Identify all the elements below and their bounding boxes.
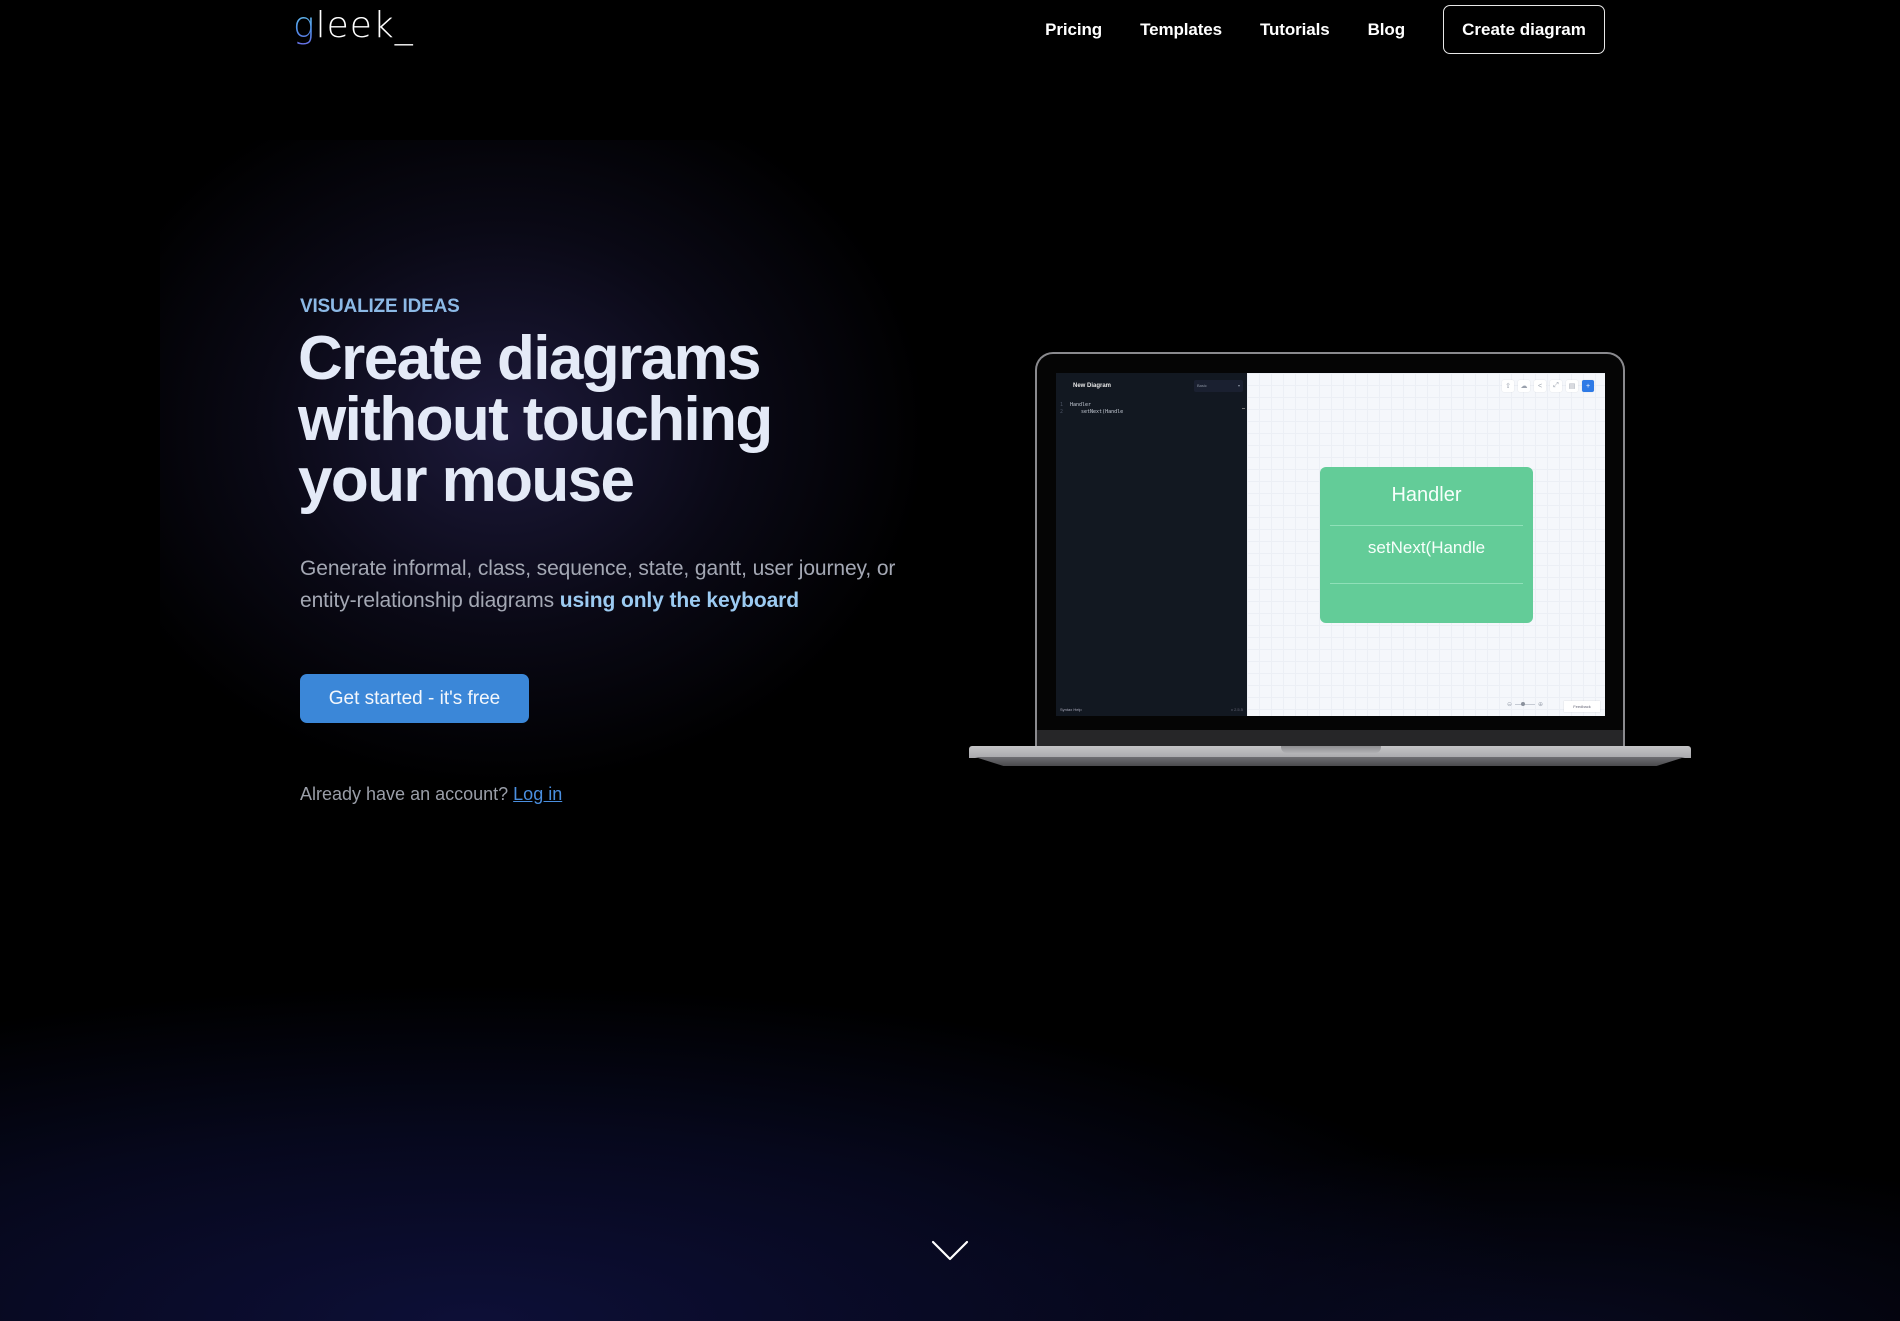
zoom-slider bbox=[1514, 702, 1535, 706]
cloud-download-icon: ☁ bbox=[1518, 380, 1530, 392]
code-editor-panel: New Diagram Basic ▾ 1 Handler 2 setNext(Ha… bbox=[1056, 373, 1247, 716]
nav-tutorials[interactable]: Tutorials bbox=[1260, 20, 1330, 40]
code-text: setNext(Handle bbox=[1081, 409, 1124, 415]
gleek-logo[interactable]: gleek_ bbox=[293, 4, 414, 48]
zoom-out-icon: ⊖ bbox=[1506, 702, 1512, 708]
create-diagram-button[interactable]: Create diagram bbox=[1443, 5, 1605, 54]
laptop-screen: New Diagram Basic ▾ 1 Handler 2 setNext(Ha… bbox=[1056, 373, 1605, 716]
layout-icon: ▤ bbox=[1566, 380, 1578, 392]
code-area: 1 Handler 2 setNext(Handle bbox=[1060, 402, 1123, 416]
top-nav: Pricing Templates Tutorials Blog Create … bbox=[1045, 5, 1605, 54]
nav-pricing[interactable]: Pricing bbox=[1045, 20, 1102, 40]
style-select: Basic ▾ bbox=[1194, 380, 1243, 392]
canvas-toolbar: ⇧ ☁ < ⤢ ▤ + bbox=[1502, 380, 1594, 392]
logo-rest: leek_ bbox=[315, 5, 414, 46]
zoom-slider-knob bbox=[1521, 702, 1526, 706]
line-number: 2 bbox=[1060, 409, 1064, 415]
chevron-down-icon: ▾ bbox=[1237, 383, 1240, 388]
class-method: setNext(Handle bbox=[1367, 538, 1486, 557]
class-name: Handler bbox=[1391, 484, 1462, 506]
hero-headline: Create diagrams without touching your mo… bbox=[298, 328, 858, 512]
share-icon: < bbox=[1534, 380, 1546, 392]
fullscreen-icon: ⤢ bbox=[1550, 380, 1562, 392]
scroll-down-chevron-icon[interactable] bbox=[930, 1236, 970, 1266]
hero-subtext: Generate informal, class, sequence, stat… bbox=[300, 553, 940, 617]
nav-blog[interactable]: Blog bbox=[1368, 20, 1405, 40]
login-prompt: Already have an account? Log in bbox=[300, 784, 562, 805]
headline-line-3: your mouse bbox=[298, 446, 635, 515]
code-line: 1 Handler bbox=[1060, 402, 1123, 409]
feedback-button: Feedback bbox=[1564, 701, 1600, 712]
nav-templates[interactable]: Templates bbox=[1140, 20, 1222, 40]
zoom-control: ⊖ ⊕ bbox=[1507, 701, 1543, 708]
diagram-title: New Diagram bbox=[1073, 383, 1112, 389]
code-text: Handler bbox=[1070, 402, 1092, 408]
line-number: 1 bbox=[1060, 402, 1064, 408]
code-line: 2 setNext(Handle bbox=[1060, 409, 1123, 416]
style-select-value: Basic bbox=[1197, 383, 1207, 388]
laptop-base-shadow bbox=[975, 757, 1685, 766]
rocket-icon: ⇧ bbox=[1502, 380, 1514, 392]
eyebrow-label: VISUALIZE IDEAS bbox=[300, 296, 460, 317]
diagram-canvas: ⇧ ☁ < ⤢ ▤ + Handler setNext(Handle ⊖ ⊕ F… bbox=[1247, 373, 1605, 716]
class-divider bbox=[1330, 583, 1523, 584]
headline-line-1: Create diagrams bbox=[298, 324, 761, 393]
syntax-help-link: Syntax Help bbox=[1060, 707, 1082, 712]
laptop-notch bbox=[1281, 746, 1381, 753]
panel-divider-handle bbox=[1242, 408, 1245, 409]
logo-g: g bbox=[293, 5, 316, 46]
headline-line-2: without touching bbox=[298, 385, 773, 454]
laptop-hinge bbox=[1037, 730, 1623, 746]
zoom-in-icon: ⊕ bbox=[1537, 702, 1543, 708]
uml-class-card: Handler setNext(Handle bbox=[1320, 467, 1533, 623]
login-prompt-text: Already have an account? bbox=[300, 784, 509, 804]
version-label: v 2.5.5 bbox=[1230, 707, 1243, 712]
plus-icon: + bbox=[1582, 380, 1594, 392]
subtext-accent: using only the keyboard bbox=[559, 589, 799, 612]
login-link[interactable]: Log in bbox=[513, 784, 562, 804]
class-divider bbox=[1330, 525, 1523, 526]
get-started-button[interactable]: Get started - it's free bbox=[300, 674, 529, 723]
